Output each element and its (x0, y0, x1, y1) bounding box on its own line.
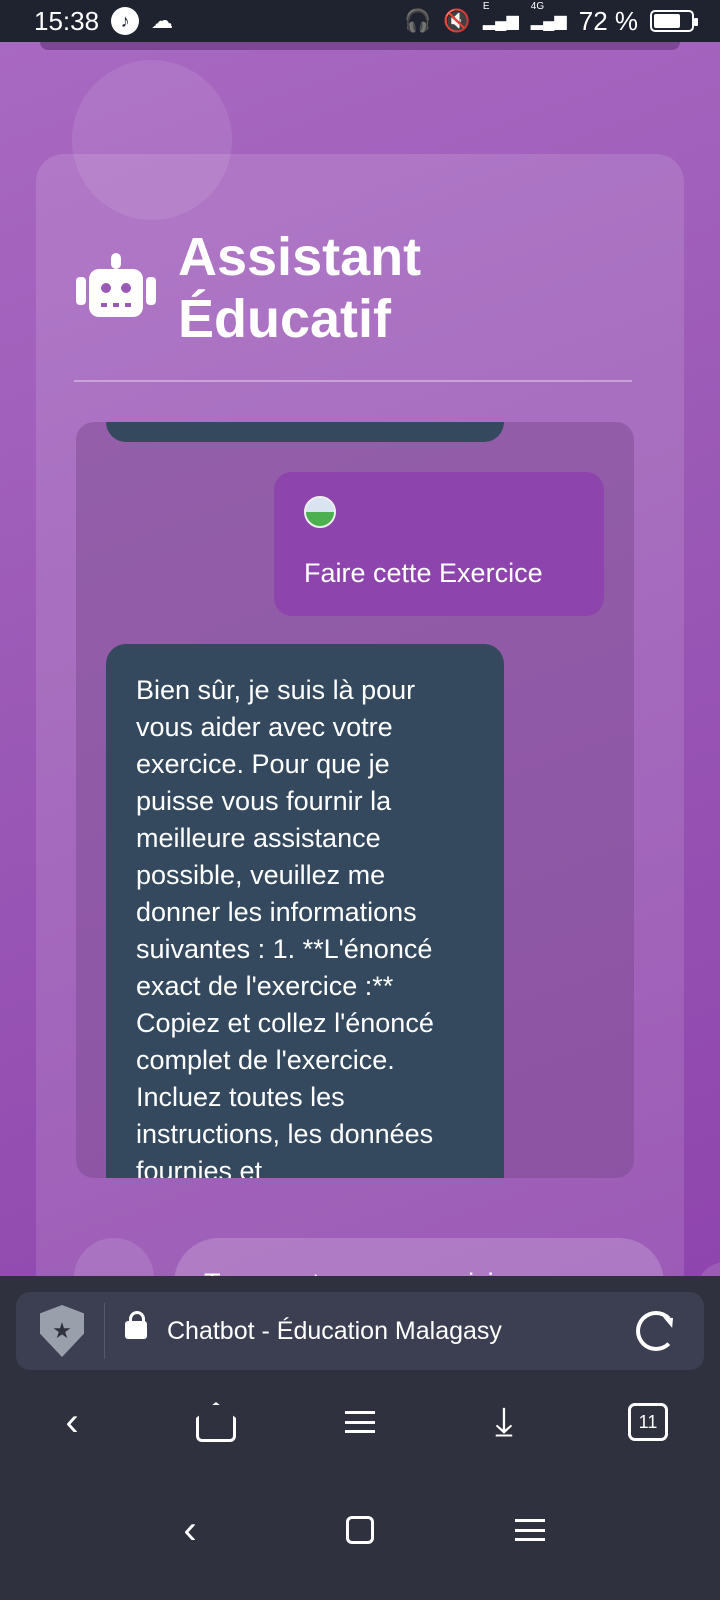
status-time: 15:38 (34, 5, 100, 36)
shield-icon[interactable]: ★ (40, 1305, 84, 1357)
image-attachment-icon[interactable] (304, 496, 336, 528)
browser-navigation: ‹ ⤓ 11 (0, 1384, 720, 1460)
reload-icon[interactable] (636, 1311, 676, 1351)
menu-icon (345, 1411, 375, 1433)
system-navigation: ‹ (0, 1460, 720, 1600)
robot-icon (76, 253, 156, 323)
top-strip (40, 42, 680, 50)
battery-icon (650, 10, 698, 32)
previous-bot-bubble (106, 422, 504, 442)
mute-icon: 🔇 (443, 8, 471, 33)
cloud-icon: ☁ (151, 8, 174, 33)
address-divider (104, 1303, 105, 1359)
chevron-left-icon: ‹ (183, 1507, 197, 1552)
header-divider (74, 380, 632, 382)
chat-card: Assistant Éducatif Faire cette Exercice … (36, 154, 684, 1328)
address-bar[interactable]: ★ Chatbot - Éducation Malagasy (16, 1292, 704, 1370)
home-icon (196, 1402, 236, 1442)
system-back-button[interactable]: ‹ (160, 1500, 220, 1560)
battery-percent: 72 % (578, 5, 638, 36)
headphones-icon: 🎧 (404, 8, 432, 33)
browser-bar: ★ Chatbot - Éducation Malagasy ‹ ⤓ 11 (0, 1276, 720, 1460)
menu-button[interactable] (320, 1390, 400, 1454)
user-message-text: Faire cette Exercice (304, 558, 543, 588)
download-button[interactable]: ⤓ (464, 1390, 544, 1454)
network-label-e: E (482, 1, 490, 12)
app-header: Assistant Éducatif (76, 226, 421, 350)
chat-messages[interactable]: Faire cette Exercice Bien sûr, je suis l… (76, 422, 634, 1178)
square-icon (346, 1516, 374, 1544)
battery-fill (654, 14, 680, 28)
network-label-4g: 4G (530, 1, 545, 12)
download-icon: ⤓ (495, 1399, 513, 1444)
app-title-line1: Assistant (178, 227, 422, 287)
tab-count: 11 (628, 1403, 668, 1441)
user-message: Faire cette Exercice (274, 472, 604, 616)
status-bar: 15:38 ♪ ☁ 🎧 🔇 E ▂▄▆ 4G ▂▄▆ 72 % (0, 0, 720, 42)
recents-icon (515, 1519, 545, 1541)
chevron-left-icon: ‹ (65, 1399, 79, 1444)
app-title: Assistant Éducatif (178, 226, 421, 350)
system-recents-button[interactable] (500, 1500, 560, 1560)
home-button[interactable] (176, 1390, 256, 1454)
back-button[interactable]: ‹ (32, 1390, 112, 1454)
tabs-button[interactable]: 11 (608, 1390, 688, 1454)
signal-icon: E ▂▄▆ (482, 1, 519, 30)
lock-icon (125, 1311, 147, 1343)
status-left: 15:38 ♪ ☁ (34, 6, 173, 37)
music-note-icon: ♪ (111, 7, 140, 35)
page-title-url[interactable]: Chatbot - Éducation Malagasy (167, 1317, 636, 1346)
signal-icon: 4G ▂▄▆ (530, 1, 567, 30)
bot-message-text: Bien sûr, je suis là pour vous aider ave… (136, 675, 434, 1178)
bot-message: Bien sûr, je suis là pour vous aider ave… (106, 644, 504, 1178)
app-title-line2: Éducatif (178, 289, 392, 349)
status-right: 🎧 🔇 E ▂▄▆ 4G ▂▄▆ 72 % (404, 1, 698, 37)
system-home-button[interactable] (330, 1500, 390, 1560)
